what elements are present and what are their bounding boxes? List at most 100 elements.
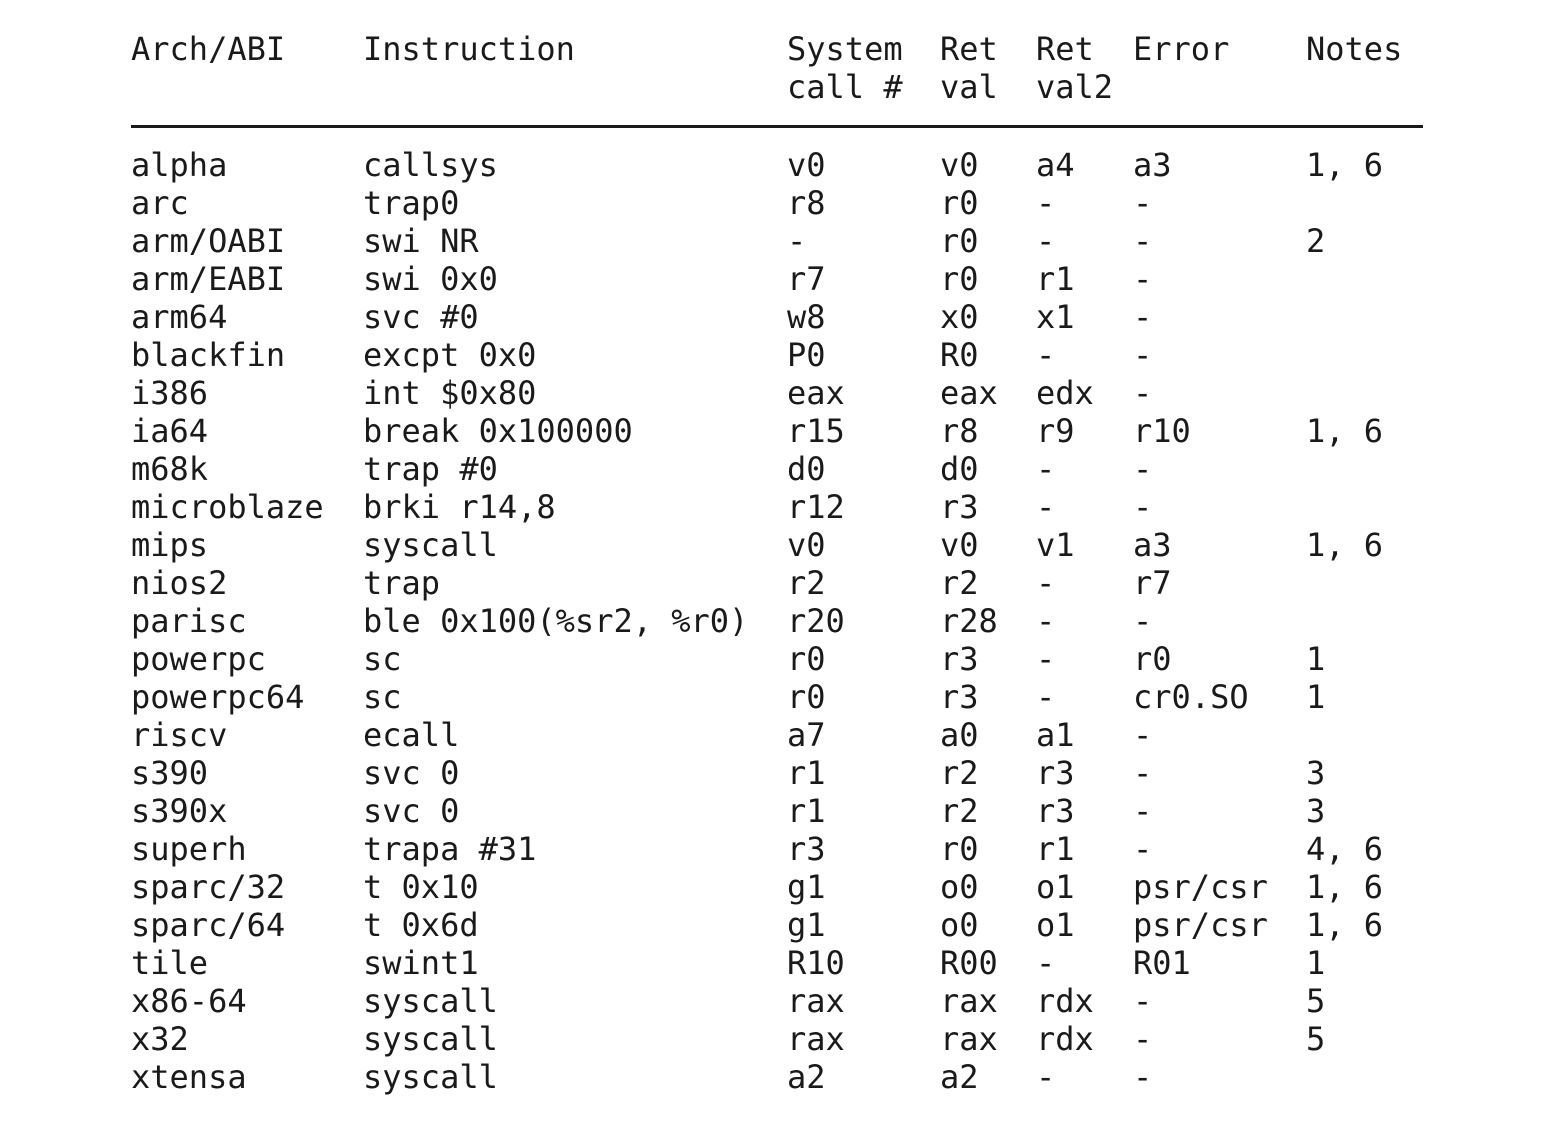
header-syscall-number: System call # — [787, 30, 903, 106]
cell-error: cr0.SO — [1133, 678, 1249, 716]
cell-ret-val: r3 — [940, 488, 979, 526]
cell-error: - — [1133, 982, 1153, 1020]
cell-arch: s390 — [131, 754, 209, 792]
cell-instruction: svc 0 — [363, 792, 460, 830]
cell-ret-val2: a4 — [1036, 146, 1075, 184]
cell-notes: 1, 6 — [1306, 906, 1384, 944]
cell-ret-val: r0 — [940, 222, 979, 260]
cell-instruction: ble 0x100(%sr2, %r0) — [363, 602, 749, 640]
table-row: tile swint1 R10 R00- R01 1 — [131, 944, 1423, 982]
table-row: arm/OABI swi NR - r0 - - 2 — [131, 222, 1423, 260]
cell-instruction: svc 0 — [363, 754, 460, 792]
header-divider — [131, 125, 1423, 128]
cell-syscall-number: v0 — [787, 146, 826, 184]
table-row: powerpc64 sc r0 r3 - cr0.SO 1 — [131, 678, 1423, 716]
cell-arch: nios2 — [131, 564, 228, 602]
cell-ret-val2: - — [1036, 944, 1056, 982]
table-body: alpha callsys v0 v0 a4 a3 1, 6 arc trap0 r8 r0- - ar… — [131, 146, 1423, 1096]
cell-ret-val: R0 — [940, 336, 979, 374]
cell-syscall-number: a2 — [787, 1058, 826, 1096]
cell-error: - — [1133, 602, 1153, 640]
cell-syscall-number: r1 — [787, 754, 826, 792]
cell-ret-val2: - — [1036, 336, 1056, 374]
cell-ret-val: R00 — [940, 944, 998, 982]
cell-instruction: swint1 — [363, 944, 479, 982]
cell-ret-val2: r9 — [1036, 412, 1075, 450]
cell-ret-val2: - — [1036, 450, 1056, 488]
cell-arch: blackfin — [131, 336, 286, 374]
cell-arch: alpha — [131, 146, 228, 184]
cell-ret-val: a2 — [940, 1058, 979, 1096]
cell-instruction: syscall — [363, 1020, 498, 1058]
cell-error: a3 — [1133, 526, 1172, 564]
table-row: mips syscall v0 v0 v1 a3 1, 6 — [131, 526, 1423, 564]
cell-arch: arm64 — [131, 298, 228, 336]
cell-syscall-number: r1 — [787, 792, 826, 830]
cell-error: - — [1133, 336, 1153, 374]
cell-arch: x32 — [131, 1020, 189, 1058]
cell-ret-val2: r1 — [1036, 830, 1075, 868]
cell-arch: xtensa — [131, 1058, 247, 1096]
cell-error: a3 — [1133, 146, 1172, 184]
table-row: superh trapa #31 r3 r0 r1 - 4, 6 — [131, 830, 1423, 868]
cell-syscall-number: eax — [787, 374, 845, 412]
header-ret-val2: Ret val2 — [1036, 30, 1114, 106]
table-row: blackfin excpt 0x0 P0 R0 - - — [131, 336, 1423, 374]
cell-ret-val2: r3 — [1036, 754, 1075, 792]
cell-arch: sparc/32 — [131, 868, 286, 906]
cell-syscall-number: r8 — [787, 184, 826, 222]
cell-ret-val2: - — [1036, 184, 1056, 222]
cell-error: - — [1133, 488, 1153, 526]
cell-instruction: sc — [363, 678, 402, 716]
cell-instruction: sc — [363, 640, 402, 678]
cell-syscall-number: w8 — [787, 298, 826, 336]
cell-arch: x86-64 — [131, 982, 247, 1020]
cell-ret-val: r28 — [940, 602, 998, 640]
cell-ret-val2: v1 — [1036, 526, 1075, 564]
cell-instruction: swi 0x0 — [363, 260, 498, 298]
cell-ret-val: x0 — [940, 298, 979, 336]
cell-syscall-number: r7 — [787, 260, 826, 298]
cell-ret-val: d0 — [940, 450, 979, 488]
cell-ret-val: eax — [940, 374, 998, 412]
cell-arch: superh — [131, 830, 247, 868]
cell-syscall-number: r0 — [787, 640, 826, 678]
cell-syscall-number: a7 — [787, 716, 826, 754]
cell-syscall-number: r0 — [787, 678, 826, 716]
table-row: arm/EABI swi 0x0 r7 r0 r1 - — [131, 260, 1423, 298]
table-row: ia64 break 0x100000 r15 r8 r9 r10 1, 6 — [131, 412, 1423, 450]
cell-ret-val2: rdx — [1036, 982, 1094, 1020]
cell-ret-val: r2 — [940, 564, 979, 602]
cell-notes: 5 — [1306, 1020, 1326, 1058]
table-row: xtensa syscall a2 a2 - - — [131, 1058, 1423, 1096]
table-row: riscv ecall a7 a0 a1 - — [131, 716, 1423, 754]
cell-ret-val: r8 — [940, 412, 979, 450]
cell-notes: 1 — [1306, 640, 1326, 678]
cell-notes: 2 — [1306, 222, 1326, 260]
cell-arch: ia64 — [131, 412, 209, 450]
cell-error: - — [1133, 716, 1153, 754]
table-row: arc trap0 r8 r0 - - — [131, 184, 1423, 222]
cell-arch: sparc/64 — [131, 906, 286, 944]
table-row: arm64 svc #0 w8 x0 x1 - — [131, 298, 1423, 336]
cell-ret-val2: rdx — [1036, 1020, 1094, 1058]
cell-notes: 5 — [1306, 982, 1326, 1020]
cell-ret-val2: - — [1036, 602, 1056, 640]
cell-arch: arm/EABI — [131, 260, 286, 298]
cell-error: - — [1133, 1058, 1153, 1096]
cell-arch: powerpc — [131, 640, 266, 678]
cell-instruction: t 0x6d — [363, 906, 479, 944]
cell-syscall-number: P0 — [787, 336, 826, 374]
cell-ret-val2: - — [1036, 488, 1056, 526]
table-row: nios2 trap r2 r2 - r7 — [131, 564, 1423, 602]
table-row: m68k trap #0 d0 d0 - - — [131, 450, 1423, 488]
table-row: parisc ble 0x100(%sr2, %r0) r20 r28- - — [131, 602, 1423, 640]
cell-syscall-number: r2 — [787, 564, 826, 602]
cell-instruction: swi NR — [363, 222, 479, 260]
cell-ret-val2: o1 — [1036, 868, 1075, 906]
cell-ret-val: rax — [940, 982, 998, 1020]
cell-ret-val: r3 — [940, 640, 979, 678]
cell-error: R01 — [1133, 944, 1191, 982]
cell-ret-val2: x1 — [1036, 298, 1075, 336]
header-notes: Notes — [1306, 30, 1403, 68]
